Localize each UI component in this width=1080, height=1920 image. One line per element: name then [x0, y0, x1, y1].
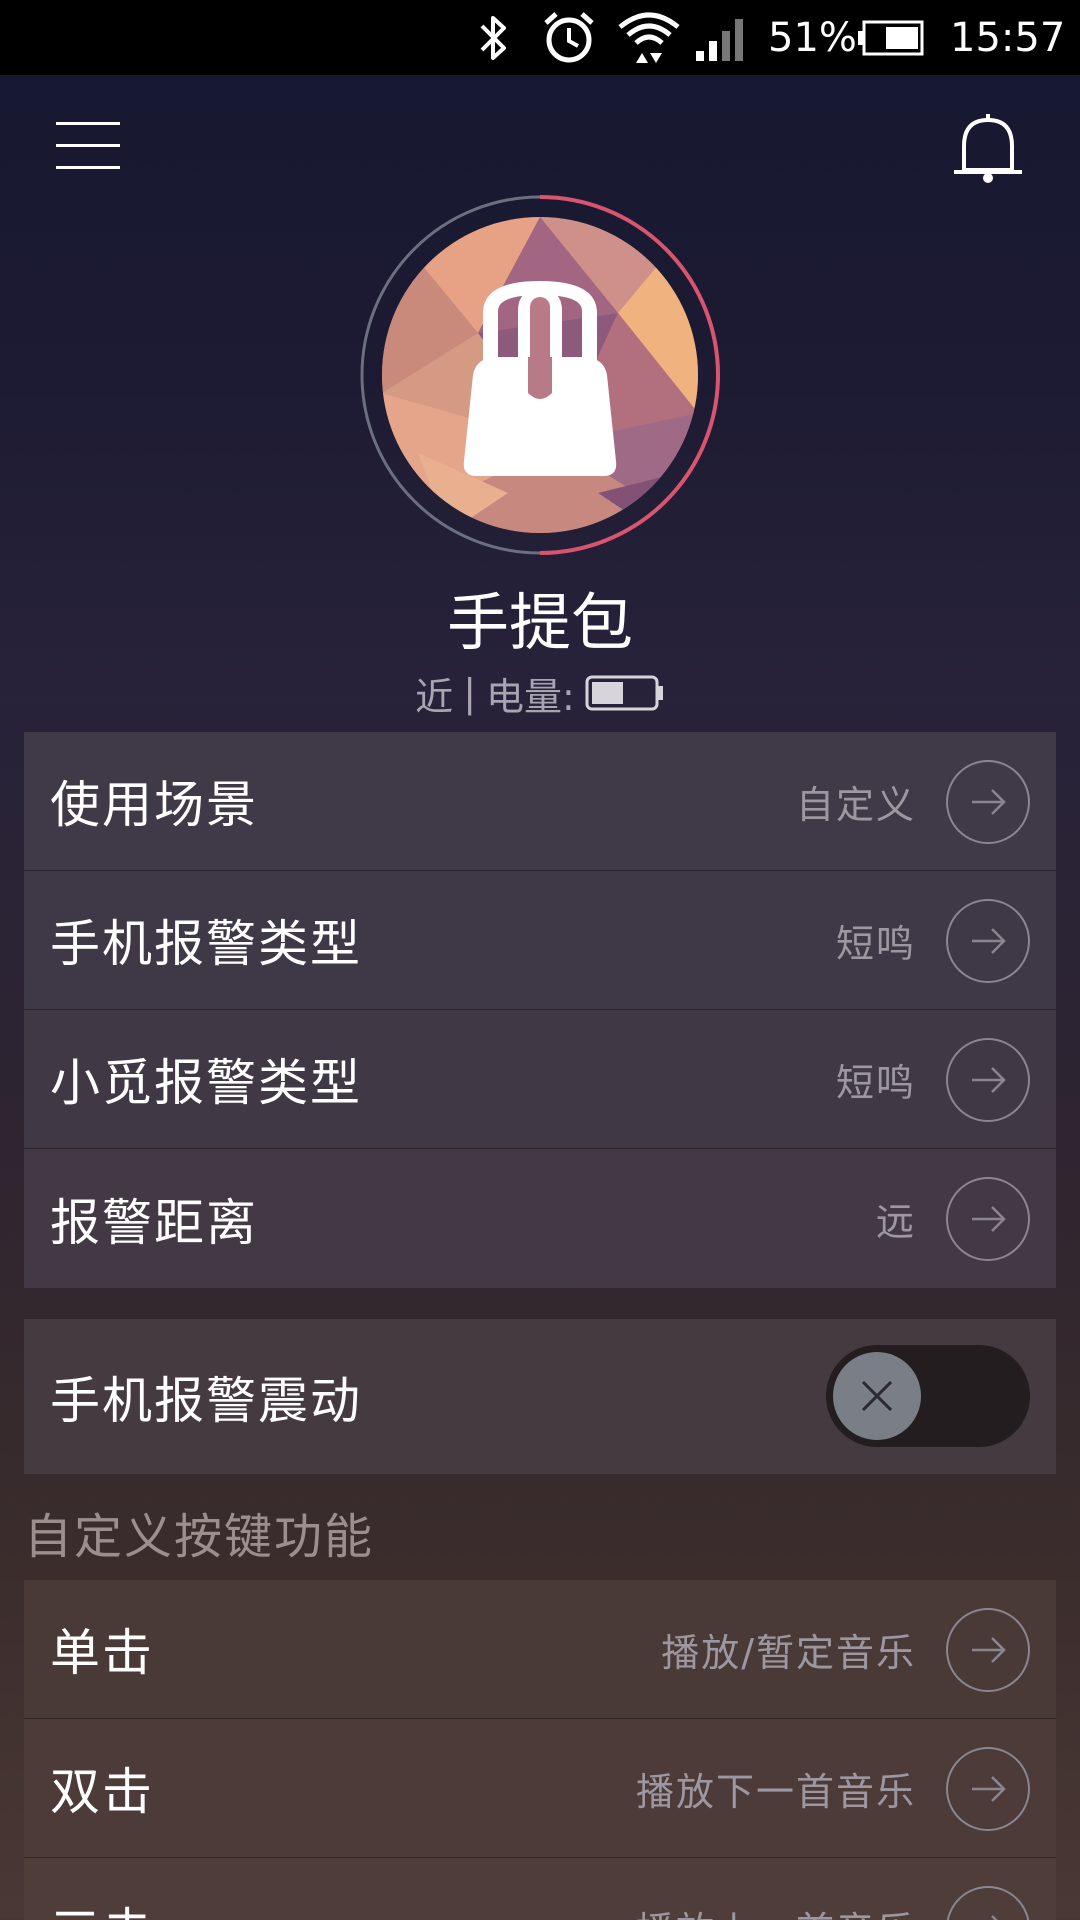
- device-battery-icon: [585, 675, 663, 711]
- key-label: 单击: [50, 1624, 154, 1682]
- setting-row-scene[interactable]: 使用场景 自定义: [24, 732, 1056, 871]
- battery-percent: 51%: [768, 14, 857, 61]
- menu-icon[interactable]: [56, 120, 120, 170]
- setting-label: 小觅报警类型: [50, 1054, 362, 1112]
- settings-list: 使用场景 自定义 手机报警类型 短鸣 小觅报警类型 短鸣 报警距离 远: [24, 732, 1056, 1288]
- toggle-knob[interactable]: [833, 1352, 921, 1440]
- setting-value: 短鸣: [835, 1060, 916, 1105]
- setting-label: 使用场景: [50, 776, 258, 834]
- device-avatar[interactable]: [358, 193, 722, 557]
- setting-value: 自定义: [795, 782, 916, 827]
- setting-label: 手机报警震动: [50, 1371, 362, 1430]
- key-label: 双击: [50, 1763, 154, 1821]
- bluetooth-icon: [474, 0, 514, 75]
- setting-row-vibration: 手机报警震动: [24, 1319, 1056, 1474]
- distance-text: 近: [415, 674, 454, 719]
- device-status: 近 | 电量:: [0, 668, 1080, 719]
- status-bar: 51% 15:57: [0, 0, 1080, 75]
- battery-icon: [856, 0, 926, 75]
- setting-row-phone-alarm-type[interactable]: 手机报警类型 短鸣: [24, 871, 1056, 1010]
- arrow-right-icon[interactable]: [946, 1608, 1030, 1692]
- signal-icon: [694, 0, 752, 75]
- arrow-right-icon[interactable]: [946, 899, 1030, 983]
- setting-label: 手机报警类型: [50, 915, 362, 973]
- arrow-right-icon[interactable]: [946, 1747, 1030, 1831]
- battery-label: 电量:: [486, 674, 575, 719]
- bell-icon[interactable]: [950, 108, 1026, 188]
- setting-row-device-alarm-type[interactable]: 小觅报警类型 短鸣: [24, 1010, 1056, 1149]
- arrow-right-icon[interactable]: [946, 760, 1030, 844]
- alarm-icon: [540, 0, 598, 75]
- arrow-right-icon[interactable]: [946, 1886, 1030, 1920]
- setting-label: 报警距离: [50, 1193, 258, 1252]
- section-title: 自定义按键功能: [24, 1509, 375, 1565]
- setting-value: 远: [875, 1200, 916, 1244]
- separator: |: [463, 671, 476, 715]
- key-row-triple-click[interactable]: 三击 播放上一首音乐: [24, 1858, 1056, 1920]
- handbag-icon: [463, 281, 617, 476]
- key-label: 三击: [50, 1892, 154, 1920]
- device-name: 手提包: [446, 586, 633, 659]
- key-row-single-click[interactable]: 单击 播放/暂定音乐: [24, 1580, 1056, 1719]
- clock: 15:57: [950, 14, 1066, 61]
- key-row-double-click[interactable]: 双击 播放下一首音乐: [24, 1719, 1056, 1858]
- arrow-right-icon[interactable]: [946, 1038, 1030, 1122]
- close-icon: [861, 1380, 893, 1412]
- key-value: 播放下一首音乐: [635, 1769, 916, 1814]
- setting-row-alarm-distance[interactable]: 报警距离 远: [24, 1149, 1056, 1288]
- vibration-toggle[interactable]: [826, 1345, 1030, 1447]
- wifi-icon: [616, 0, 682, 75]
- key-value: 播放/暂定音乐: [661, 1630, 916, 1675]
- setting-value: 短鸣: [835, 921, 916, 966]
- vibration-card: 手机报警震动: [24, 1319, 1056, 1474]
- key-value: 播放上一首音乐: [636, 1900, 916, 1920]
- custom-keys-list: 单击 播放/暂定音乐 双击 播放下一首音乐 三击 播放上一首音乐: [24, 1580, 1056, 1920]
- arrow-right-icon[interactable]: [946, 1177, 1030, 1261]
